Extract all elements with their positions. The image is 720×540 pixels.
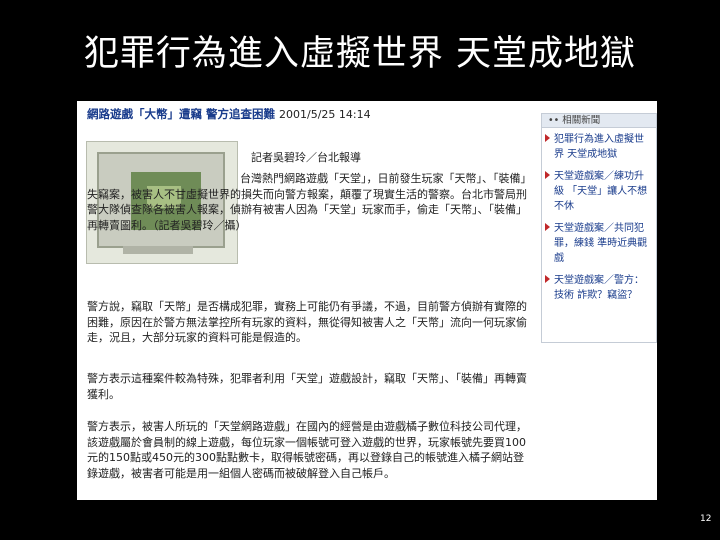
related-news-link[interactable]: 犯罪行為進入虛擬世界 天堂成地獄 xyxy=(554,134,644,160)
related-news-link[interactable]: 天堂遊戲案／共同犯罪，練錢 準時近典觀戲 xyxy=(554,223,647,264)
bullet-arrow-icon xyxy=(545,134,550,142)
article-date: 2001/5/25 14:14 xyxy=(279,108,371,121)
article-paragraph-1: 台灣熱門網路遊戲「天堂」，日前發生玩家「天幣」、「裝備」失竊案，被害人不甘虛擬世… xyxy=(87,172,527,232)
article: 網路遊戲「大幣」遭竊 警方追查困難 2001/5/25 14:14 記者吳碧玲／台… xyxy=(83,101,531,500)
bullet-arrow-icon xyxy=(545,171,550,179)
related-news-item[interactable]: 天堂遊戲案／警方：技術 詐欺？竊盜？ xyxy=(542,269,656,306)
bullet-arrow-icon xyxy=(545,223,550,231)
related-news-link[interactable]: 天堂遊戲案／警方：技術 詐欺？竊盜？ xyxy=(554,275,644,301)
article-byline: 記者吳碧玲／台北報導 xyxy=(251,151,361,164)
article-paragraph-3: 警方表示這種案件較為特殊，犯罪者利用「天堂」遊戲設計，竊取「天幣」、「裝備」再轉… xyxy=(87,372,527,401)
related-news-panel: •• 相關新聞 犯罪行為進入虛擬世界 天堂成地獄 天堂遊戲案／練功升級 「天堂」… xyxy=(541,113,657,343)
related-news-header: •• 相關新聞 xyxy=(542,114,656,128)
article-headline[interactable]: 網路遊戲「大幣」遭竊 警方追查困難 2001/5/25 14:14 xyxy=(87,106,531,124)
bullet-arrow-icon xyxy=(545,275,550,283)
slide-title: 犯罪行為進入虛擬世界 天堂成地獄 xyxy=(83,34,637,74)
news-screenshot: 網路遊戲「大幣」遭竊 警方追查困難 2001/5/25 14:14 記者吳碧玲／台… xyxy=(77,101,657,500)
related-news-item[interactable]: 天堂遊戲案／共同犯罪，練錢 準時近典觀戲 xyxy=(542,217,656,269)
related-news-item[interactable]: 犯罪行為進入虛擬世界 天堂成地獄 xyxy=(542,128,656,165)
related-news-item[interactable]: 天堂遊戲案／練功升級 「天堂」讓人不想不休 xyxy=(542,165,656,217)
article-paragraph-2: 警方說，竊取「天幣」是否構成犯罪，實務上可能仍有爭議，不過，目前警方偵辦有實際的… xyxy=(87,300,527,345)
page-number: 12 xyxy=(700,514,712,524)
article-paragraph-4: 警方表示，被害人所玩的「天堂網路遊戲」在國內的經營是由遊戲橘子數位科技公司代理，… xyxy=(87,420,527,480)
related-news-link[interactable]: 天堂遊戲案／練功升級 「天堂」讓人不想不休 xyxy=(554,171,647,212)
headline-text[interactable]: 網路遊戲「大幣」遭竊 警方追查困難 xyxy=(87,107,275,121)
keyboard-image xyxy=(123,246,193,254)
